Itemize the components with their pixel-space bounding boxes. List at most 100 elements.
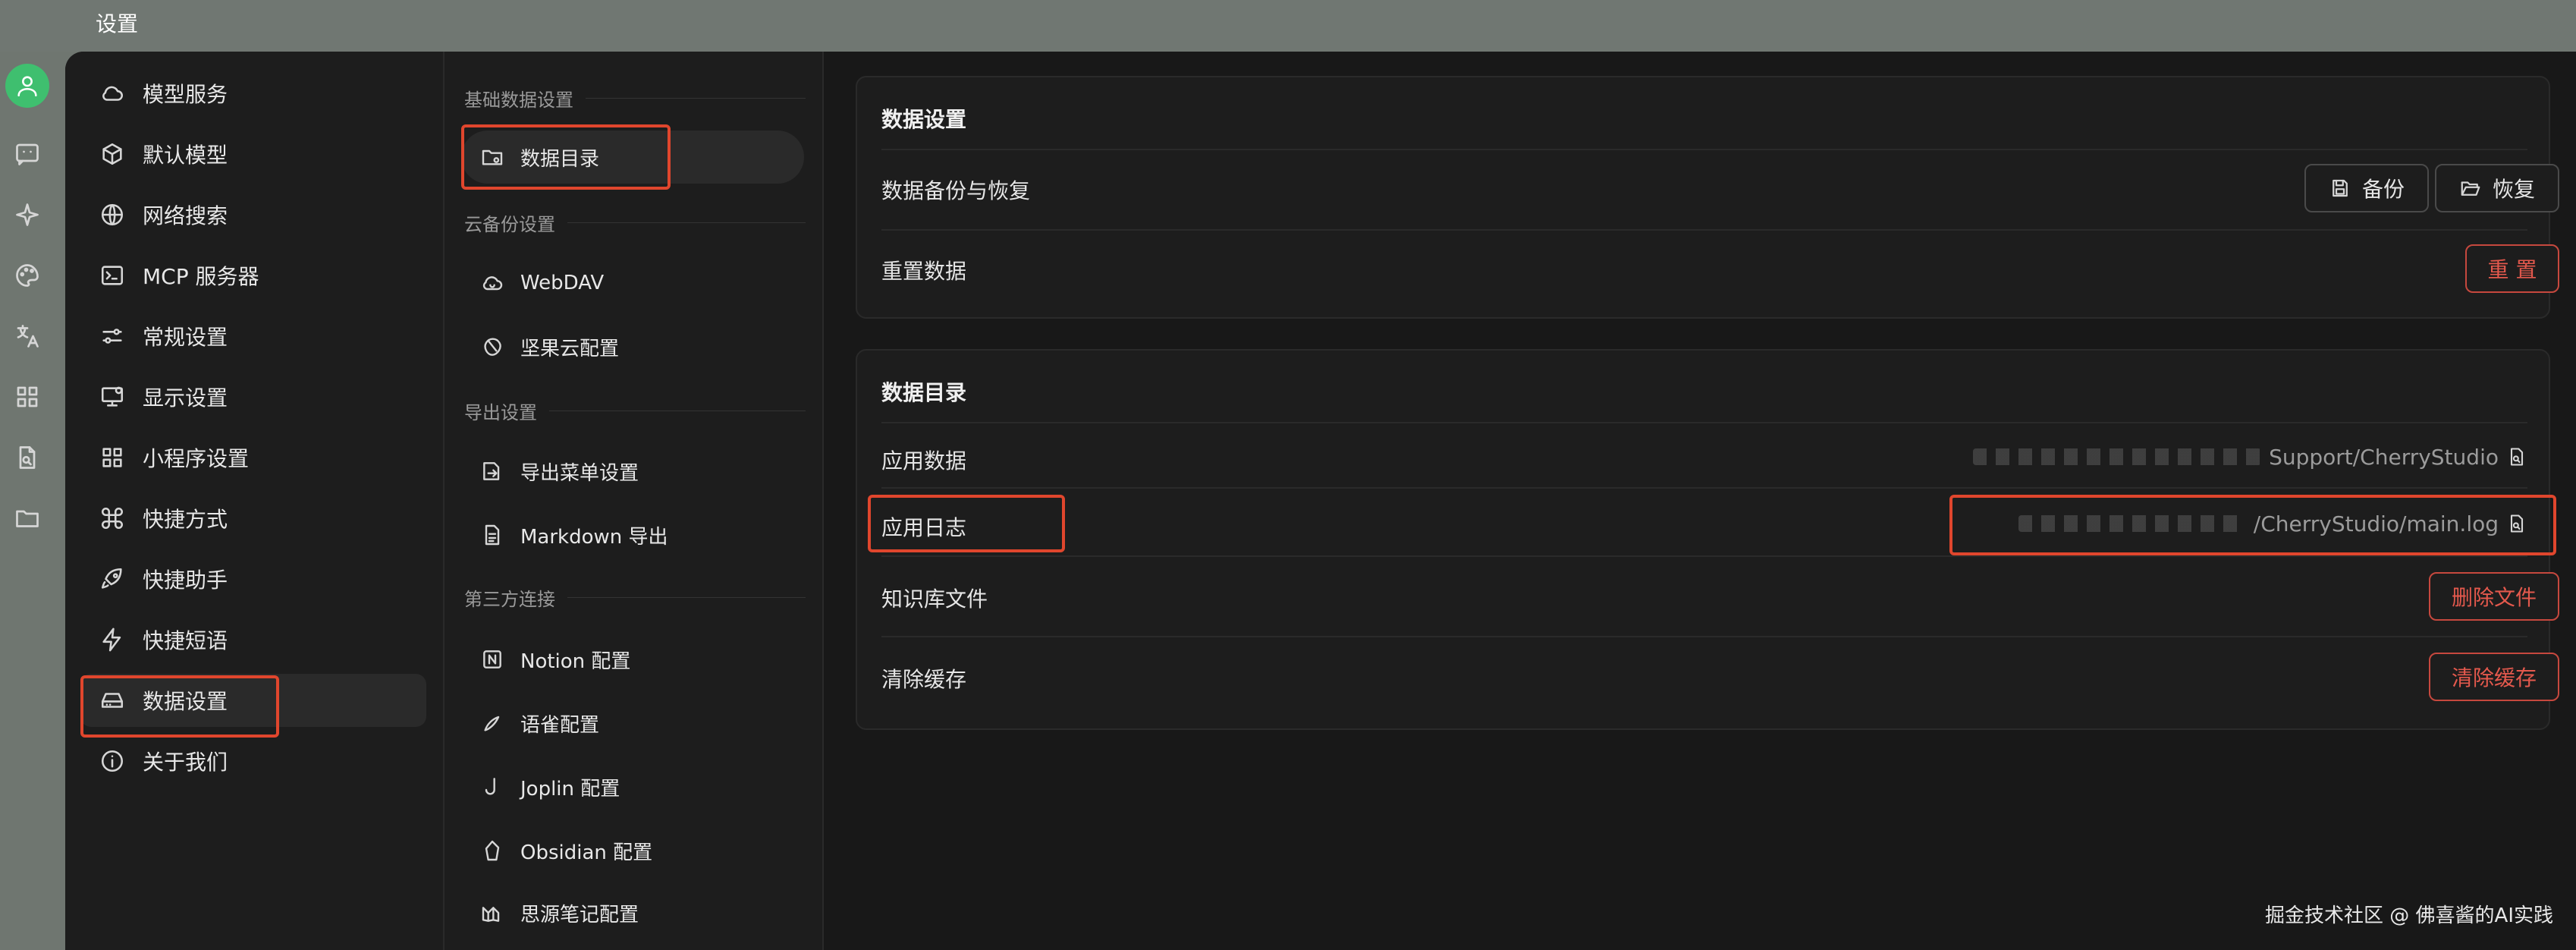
joplin-icon (479, 774, 505, 800)
subnav-item-webdav[interactable]: WebDAV (461, 256, 804, 310)
grid-icon (99, 444, 126, 471)
sidebar-item-quick-assistant[interactable]: 快捷助手 (80, 552, 426, 606)
sidebar-item-general[interactable]: 常规设置 (80, 310, 426, 363)
section-label: 云备份设置 (464, 209, 806, 236)
icon-rail (0, 52, 65, 950)
nut-icon (479, 334, 505, 360)
subnav-item-label: Notion 配置 (520, 650, 631, 673)
sidebar-item-label: 快捷方式 (143, 507, 228, 532)
section-label: 第三方连接 (464, 584, 806, 611)
backup-restore-label: 数据备份与恢复 (881, 178, 1031, 203)
sidebar-item-label: 常规设置 (143, 325, 228, 350)
sidebar-item-about[interactable]: 关于我们 (80, 735, 426, 788)
subnav-item-data-directory[interactable]: 数据目录 (461, 131, 804, 184)
folder-cog-icon (479, 144, 505, 170)
avatar[interactable] (5, 64, 49, 108)
main-content: 数据设置 数据备份与恢复 备份 恢复 重置数据 重 置 数据目录 应用数据 Su… (824, 52, 2576, 950)
sliders-icon (99, 322, 126, 350)
delete-files-button[interactable]: 删除文件 (2429, 572, 2559, 621)
chat-icon[interactable] (11, 137, 44, 171)
globe-icon (99, 201, 126, 228)
sidebar-item-label: 小程序设置 (143, 446, 250, 471)
sidebar-item-label: 快捷助手 (143, 568, 228, 593)
divider (881, 555, 2527, 557)
sidebar-item-quick-phrases[interactable]: 快捷短语 (80, 613, 426, 666)
cloud-icon (99, 80, 126, 107)
folder-icon[interactable] (11, 502, 44, 535)
divider (881, 229, 2527, 231)
restore-button[interactable]: 恢复 (2435, 164, 2559, 212)
translate-icon[interactable] (11, 319, 44, 353)
open-file-icon[interactable] (2506, 446, 2527, 467)
divider (881, 487, 2527, 489)
subnav-item-export-menu[interactable]: 导出菜单设置 (461, 445, 804, 498)
reset-button[interactable]: 重 置 (2465, 244, 2559, 293)
sidebar-item-default-model[interactable]: 默认模型 (80, 127, 426, 181)
sidebar-item-label: 关于我们 (143, 750, 228, 775)
subnav-item-label: 语雀配置 (520, 713, 600, 737)
zap-icon (99, 626, 126, 653)
subnav-item-label: 数据目录 (520, 147, 600, 171)
subnav-item-notion[interactable]: Notion 配置 (461, 633, 804, 686)
subnav-item-markdown-export[interactable]: Markdown 导出 (461, 508, 804, 562)
divider (881, 636, 2527, 637)
app-data-label: 应用数据 (881, 448, 967, 473)
subnav-item-label: Obsidian 配置 (520, 841, 653, 864)
sidebar-item-web-search[interactable]: 网络搜索 (80, 188, 426, 241)
siyuan-icon (479, 900, 505, 926)
section-label: 导出设置 (464, 398, 806, 424)
user-icon (17, 76, 37, 97)
save-icon (2333, 179, 2348, 197)
subnav-item-obsidian[interactable]: Obsidian 配置 (461, 824, 804, 877)
subnav-item-jianguoyun[interactable]: 坚果云配置 (461, 320, 804, 373)
title-bar: 设置 (0, 0, 2576, 52)
palette-icon[interactable] (11, 259, 44, 292)
sidebar-item-data-settings[interactable]: 数据设置 (80, 674, 426, 727)
app-log-path[interactable]: /CherryStudio/main.log (1845, 508, 2527, 539)
export-icon (479, 458, 505, 484)
subnav-item-label: 思源笔记配置 (520, 903, 639, 926)
reset-data-label: 重置数据 (881, 259, 967, 284)
app-data-path[interactable]: Support/CherryStudio (1845, 442, 2527, 472)
sidebar-item-label: 显示设置 (143, 385, 228, 411)
hard-drive-icon (99, 687, 126, 714)
terminal-icon (99, 262, 126, 289)
sparkle-icon[interactable] (11, 198, 44, 231)
settings-window: 模型服务 默认模型 网络搜索 MCP 服务器 常规设置 显示设置 小程序设置 快… (65, 52, 2576, 950)
file-text-icon (479, 522, 505, 548)
clear-cache-button[interactable]: 清除缓存 (2429, 653, 2559, 701)
sidebar-item-mini-apps[interactable]: 小程序设置 (80, 431, 426, 484)
apps-icon[interactable] (11, 380, 44, 414)
subnav-item-label: WebDAV (520, 272, 605, 294)
sidebar-item-label: MCP 服务器 (143, 264, 259, 289)
sidebar-item-label: 数据设置 (143, 689, 228, 714)
info-icon (99, 747, 126, 775)
monitor-icon (99, 383, 126, 411)
app-log-label: 应用日志 (881, 515, 967, 540)
rocket-icon (99, 565, 126, 593)
subnav-item-joplin[interactable]: Joplin 配置 (461, 760, 804, 813)
cube-icon (99, 140, 126, 168)
open-file-icon[interactable] (2506, 513, 2527, 534)
file-search-icon[interactable] (11, 441, 44, 474)
sidebar-item-model-service[interactable]: 模型服务 (80, 67, 426, 120)
sidebar-item-mcp-server[interactable]: MCP 服务器 (80, 249, 426, 302)
backup-button[interactable]: 备份 (2304, 164, 2429, 212)
redacted-path (2018, 515, 2246, 532)
kb-files-label: 知识库文件 (881, 587, 988, 612)
sidebar-item-label: 快捷短语 (143, 628, 228, 653)
notion-icon (479, 646, 505, 672)
sidebar-item-display[interactable]: 显示设置 (80, 370, 426, 423)
data-settings-card: 数据设置 数据备份与恢复 备份 恢复 重置数据 重 置 (856, 76, 2559, 319)
settings-sidebar: 模型服务 默认模型 网络搜索 MCP 服务器 常规设置 显示设置 小程序设置 快… (65, 52, 445, 950)
sidebar-item-shortcuts[interactable]: 快捷方式 (80, 492, 426, 545)
cloud-sync-icon (479, 270, 505, 296)
watermark: 掘金技术社区 @ 佛喜酱的AI实践 (2265, 904, 2553, 927)
subnav-item-yuque[interactable]: 语雀配置 (461, 697, 804, 750)
subnav-item-siyuan[interactable]: 思源笔记配置 (461, 886, 804, 939)
data-settings-subnav: 基础数据设置 数据目录 云备份设置 WebDAV 坚果云配置 导出设置 导出菜单… (446, 52, 824, 950)
subnav-item-label: 导出菜单设置 (520, 461, 639, 485)
folder-open-icon (2461, 181, 2480, 196)
subnav-item-label: Joplin 配置 (520, 777, 620, 801)
yuque-icon (479, 710, 505, 736)
